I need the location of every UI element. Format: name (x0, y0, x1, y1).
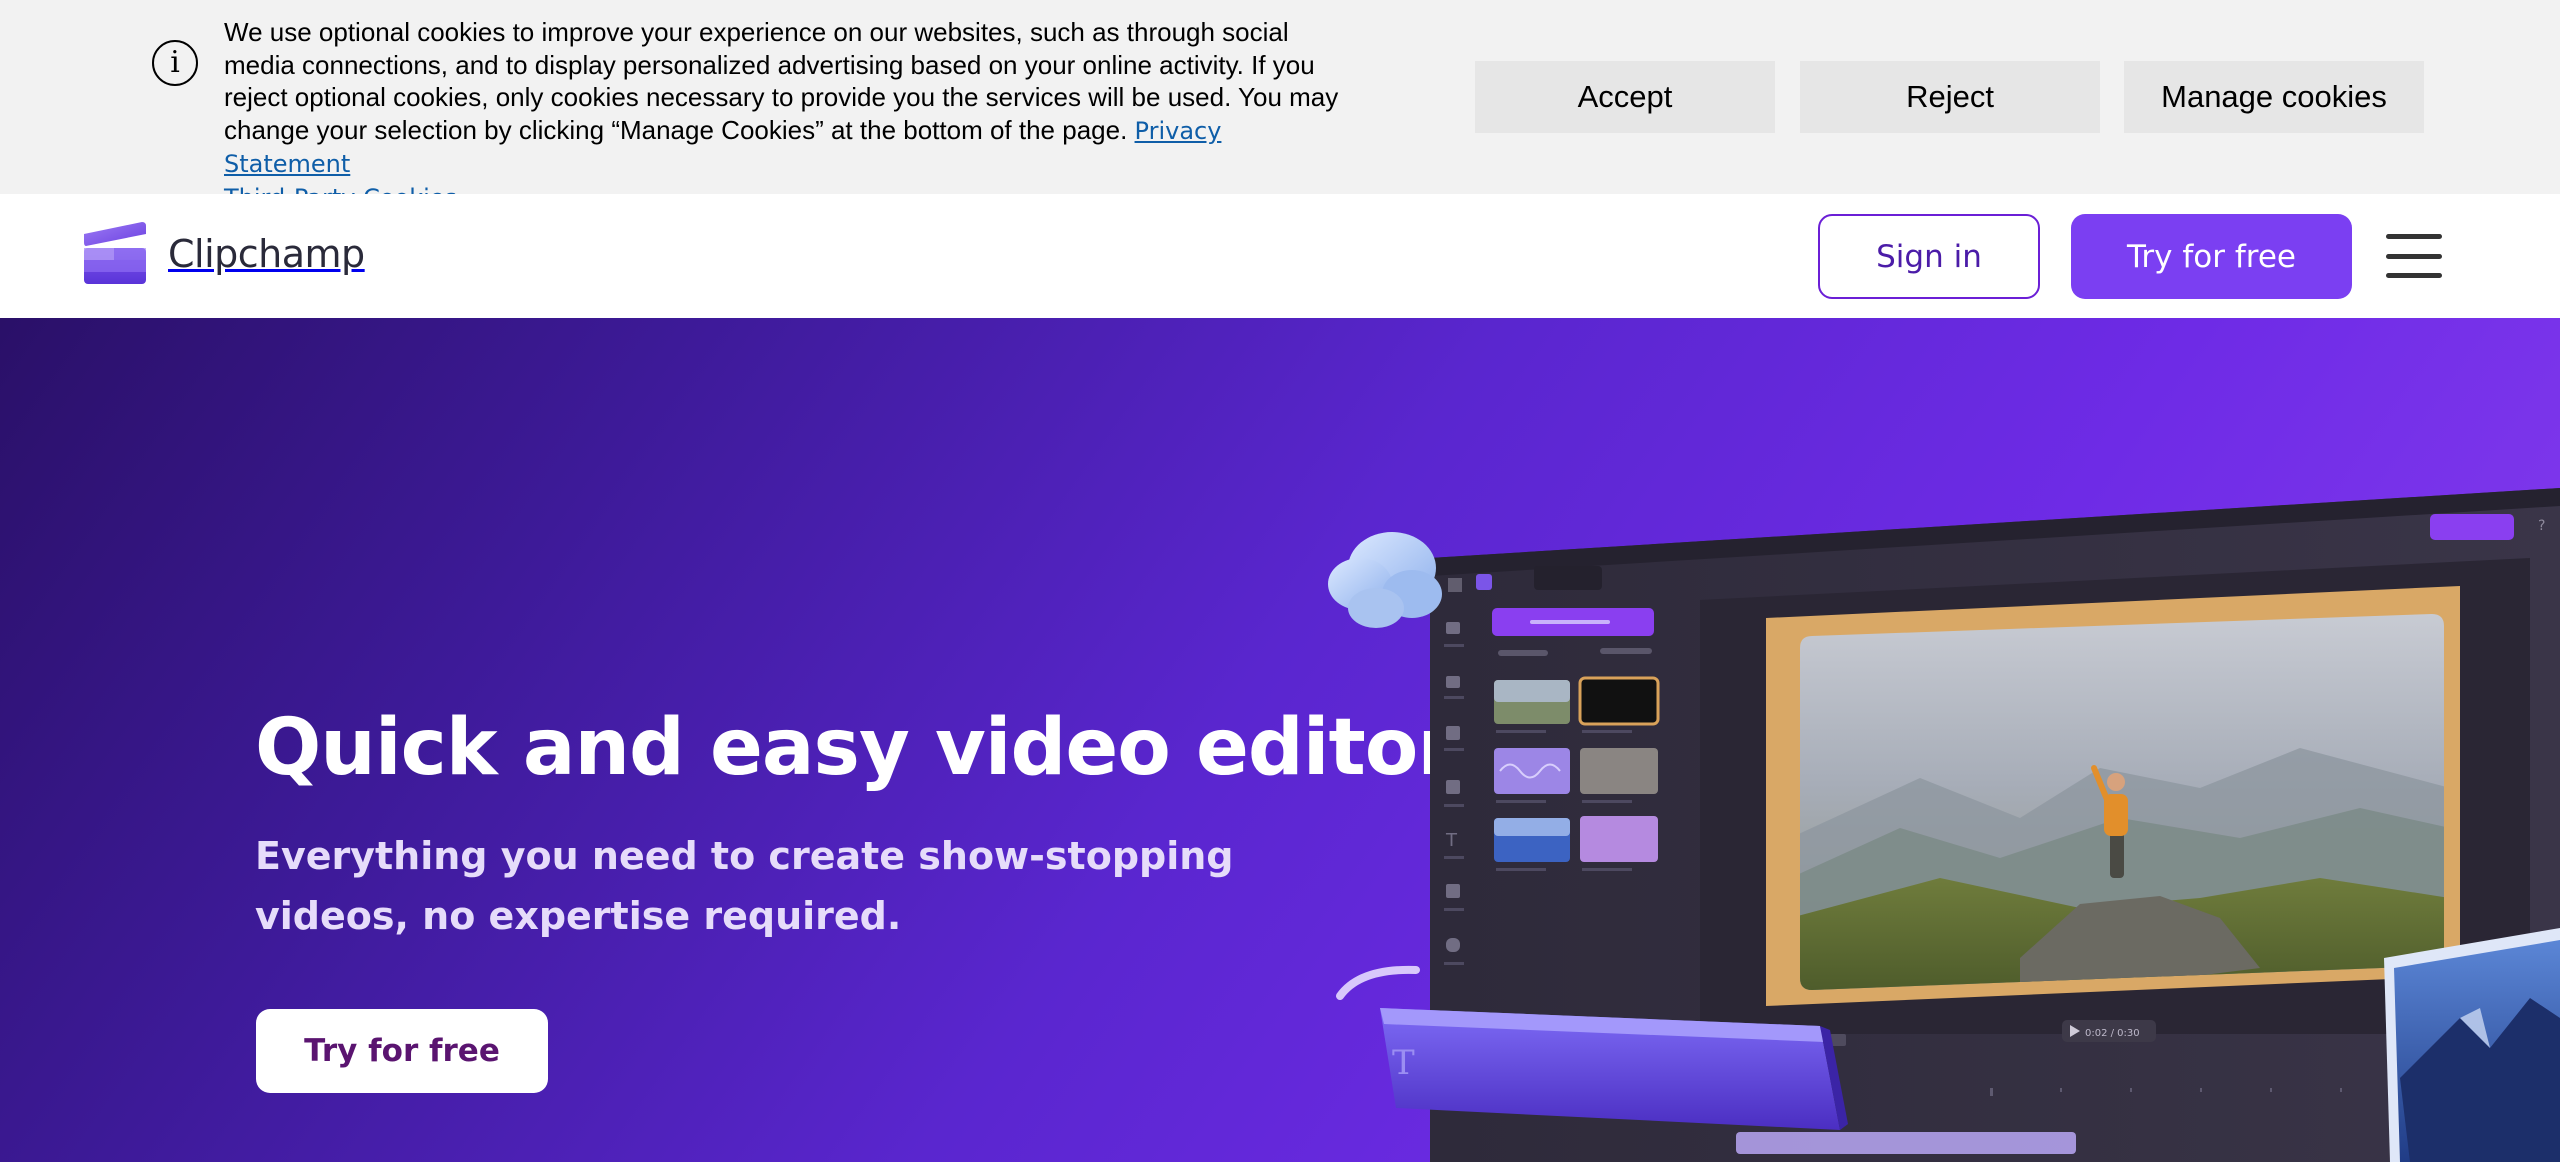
hero-subtitle: Everything you need to create show-stopp… (255, 834, 1234, 938)
reject-cookies-button[interactable]: Reject (1800, 61, 2100, 133)
editor-time-label: 0:02 / 0:30 (2085, 1028, 2140, 1039)
cookie-message: We use optional cookies to improve your … (224, 16, 1354, 214)
hamburger-menu-icon[interactable] (2386, 234, 2442, 278)
info-icon: i (152, 40, 198, 86)
svg-text:T: T (1445, 830, 1458, 851)
editor-mockup-illustration: ? T 0:02 / 0:30 T (1300, 318, 2560, 1162)
hero-title: Quick and easy video editor (255, 703, 1456, 793)
accept-cookies-button[interactable]: Accept (1475, 61, 1775, 133)
site-header: Clipchamp Sign in Try for free (0, 194, 2560, 318)
clipchamp-logo[interactable]: Clipchamp (82, 222, 365, 286)
try-for-free-hero-button[interactable]: Try for free (256, 1009, 548, 1093)
svg-text:?: ? (2538, 518, 2545, 534)
try-for-free-header-button[interactable]: Try for free (2071, 214, 2352, 299)
text-tool-glyph: T (1392, 1043, 1415, 1083)
clipchamp-logo-icon (82, 222, 148, 286)
manage-cookies-button[interactable]: Manage cookies (2124, 61, 2424, 133)
export-button-mock (2430, 514, 2514, 540)
hero-section: Quick and easy video editor Everything y… (0, 318, 2560, 1162)
logo-text: Clipchamp (168, 232, 365, 276)
cookie-banner: i We use optional cookies to improve you… (0, 0, 2560, 212)
sign-in-button[interactable]: Sign in (1818, 214, 2040, 299)
